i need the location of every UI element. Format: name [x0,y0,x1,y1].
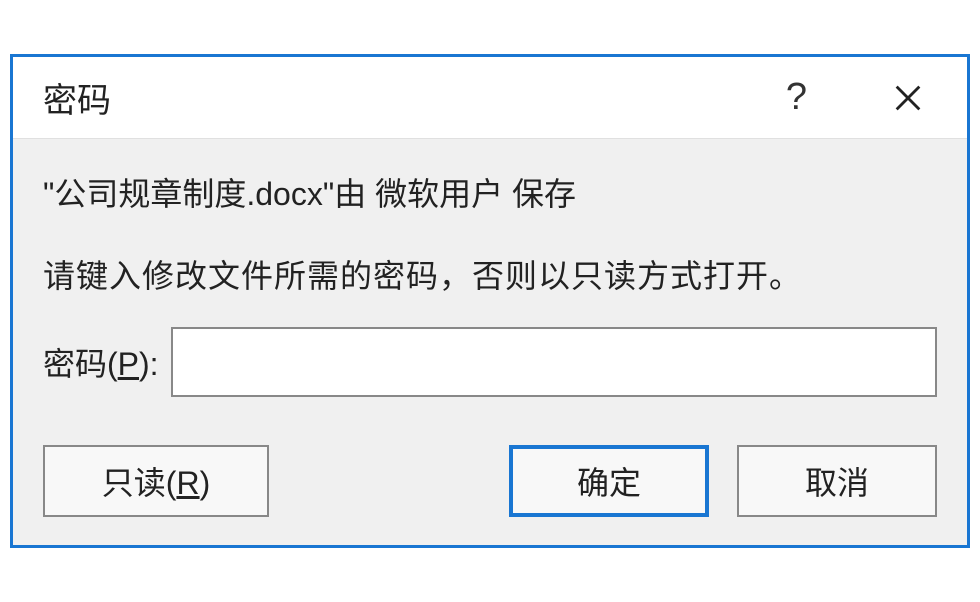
readonly-button[interactable]: 只读(R) [43,445,269,517]
dialog-title: 密码 [43,73,774,122]
file-info-text: "公司规章制度.docx"由 微软用户 保存 [43,169,937,215]
password-input[interactable] [171,327,937,397]
dialog-titlebar: 密码 ? [13,57,967,139]
dialog-button-row: 只读(R) 确定 取消 [43,445,937,517]
cancel-button[interactable]: 取消 [737,445,937,517]
dialog-content: "公司规章制度.docx"由 微软用户 保存 请键入修改文件所需的密码，否则以只… [13,139,967,545]
password-dialog: 密码 ? "公司规章制度.docx"由 微软用户 保存 请键入修改文件所需的密码… [10,54,970,548]
ok-button[interactable]: 确定 [509,445,709,517]
titlebar-controls: ? [774,70,937,125]
password-prompt-text: 请键入修改文件所需的密码，否则以只读方式打开。 [43,251,937,297]
password-input-row: 密码(P): [43,327,937,397]
close-icon[interactable] [879,75,937,121]
help-icon[interactable]: ? [774,70,819,125]
password-label: 密码(P): [43,339,159,385]
